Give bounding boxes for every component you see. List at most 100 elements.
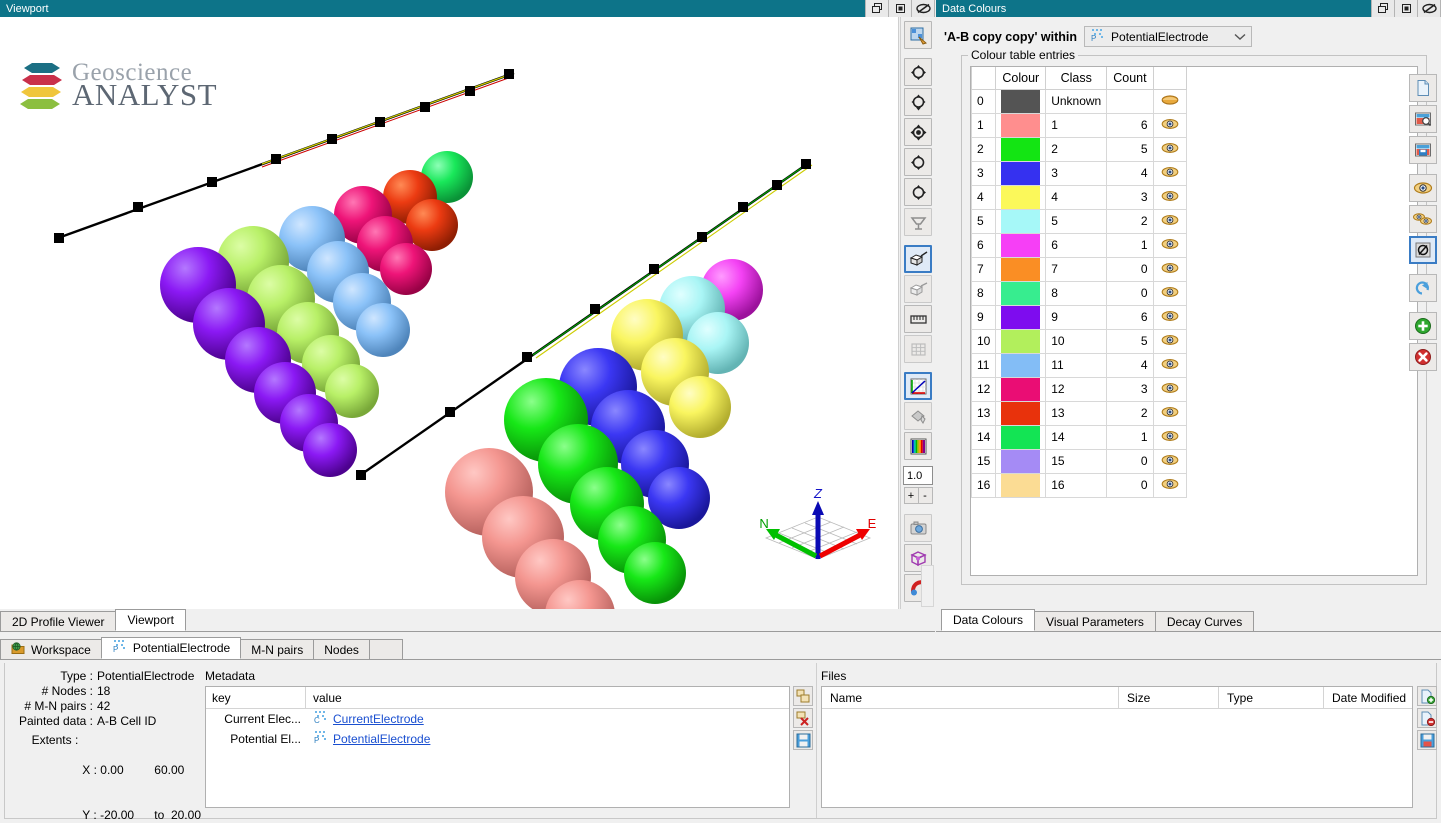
colour-table-row[interactable]: 13 13 2 [971, 400, 1187, 426]
row-class[interactable]: 7 [1045, 256, 1108, 282]
orthographic-view-tool[interactable] [904, 275, 932, 303]
row-colour-swatch[interactable] [995, 400, 1047, 426]
row-visibility-toggle[interactable] [1152, 136, 1187, 162]
perspective-view-tool[interactable] [904, 245, 932, 273]
new-colour-table-button[interactable] [1409, 74, 1437, 102]
add-entry-button[interactable] [1409, 312, 1437, 340]
colour-table-row[interactable]: 661 [971, 232, 1187, 258]
metadata-row[interactable]: Potential El... P PotentialElectrode [206, 729, 789, 749]
metadata-link-current-electrode[interactable]: CurrentElectrode [333, 712, 424, 726]
row-visibility-toggle[interactable] [1152, 256, 1187, 282]
row-class[interactable]: 10 [1045, 328, 1108, 354]
row-colour-swatch[interactable] [995, 184, 1047, 210]
viewport-maximize-button[interactable] [888, 0, 912, 17]
row-colour-swatch[interactable] [995, 136, 1047, 162]
viewport-toolbar-scrollbar[interactable] [921, 565, 934, 607]
colour-table-row[interactable]: 443 [971, 184, 1187, 210]
measure-tool[interactable] [904, 305, 932, 333]
tab-visual-parameters[interactable]: Visual Parameters [1034, 611, 1156, 631]
colour-table-row[interactable]: 0 Unknown [971, 88, 1187, 114]
metadata-link-potential-electrode[interactable]: PotentialElectrode [333, 732, 430, 746]
colour-table-row[interactable]: 225 [971, 136, 1187, 162]
colour-table-row[interactable]: 11 11 4 [971, 352, 1187, 378]
orbit-center-tool[interactable] [904, 118, 932, 146]
tab-mn-pairs[interactable]: M-N pairs [240, 639, 315, 659]
files-table[interactable]: Name Size Type Date Modified [821, 686, 1413, 808]
row-colour-swatch[interactable] [995, 424, 1047, 450]
decrease-exaggeration-button[interactable]: - [917, 487, 933, 504]
colour-table-row[interactable]: 770 [971, 256, 1187, 282]
row-colour-swatch[interactable] [995, 472, 1047, 498]
row-colour-swatch[interactable] [995, 352, 1047, 378]
tab-viewport[interactable]: Viewport [115, 609, 186, 631]
increase-exaggeration-button[interactable]: + [903, 487, 919, 504]
colour-table-row[interactable]: 16 16 0 [971, 472, 1187, 498]
row-visibility-toggle[interactable] [1152, 232, 1187, 258]
remove-file-button[interactable] [1417, 708, 1437, 728]
colour-table-row[interactable]: 12 12 3 [971, 376, 1187, 402]
grid-tool[interactable] [904, 335, 932, 363]
colour-table-row[interactable]: 14 14 1 [971, 424, 1187, 450]
row-class[interactable]: 2 [1045, 136, 1108, 162]
tab-decay-curves[interactable]: Decay Curves [1154, 611, 1255, 631]
row-colour-swatch[interactable] [995, 160, 1047, 186]
row-class[interactable]: 9 [1045, 304, 1108, 330]
row-colour-swatch[interactable] [995, 328, 1047, 354]
row-class[interactable]: 8 [1045, 280, 1108, 306]
rotate-vertical-tool[interactable] [904, 88, 932, 116]
row-class[interactable]: 14 [1045, 424, 1108, 450]
fill-tool[interactable] [904, 402, 932, 430]
row-colour-swatch[interactable] [995, 112, 1047, 138]
row-visibility-toggle[interactable] [1152, 424, 1187, 450]
row-class[interactable]: Unknown [1045, 88, 1108, 114]
colour-table-box[interactable]: Colour Class Count 0 Unknown 1 1 6 2 2 5 3 3 4 4 4 3 5… [970, 66, 1418, 576]
data-colours-restore-button[interactable] [1371, 0, 1395, 17]
row-colour-swatch[interactable] [995, 280, 1047, 306]
tab-data-colours[interactable]: Data Colours [941, 609, 1036, 631]
colour-table-row[interactable]: 116 [971, 112, 1187, 138]
row-class[interactable]: 6 [1045, 232, 1108, 258]
tab-workspace[interactable]: Workspace [0, 639, 102, 659]
colour-table-row[interactable]: 15 15 0 [971, 448, 1187, 474]
show-all-button[interactable] [1409, 174, 1437, 202]
camera-snapshot-tool[interactable] [904, 514, 932, 542]
select-pick-tool[interactable] [904, 21, 932, 49]
colour-table-row[interactable]: 552 [971, 208, 1187, 234]
viewport-hide-button[interactable] [911, 0, 935, 17]
vertical-exaggeration-input[interactable]: 1.0 [903, 466, 933, 485]
row-colour-swatch[interactable] [995, 256, 1047, 282]
object-combobox[interactable]: P PotentialElectrode [1084, 26, 1253, 47]
viewport-3d-canvas[interactable]: Z N E Geoscience ANALYST [0, 17, 899, 609]
copy-metadata-button[interactable] [793, 686, 813, 706]
row-visibility-toggle[interactable] [1152, 328, 1187, 354]
remove-entry-button[interactable] [1409, 343, 1437, 371]
colour-table-row[interactable]: 996 [971, 304, 1187, 330]
row-class[interactable]: 3 [1045, 160, 1108, 186]
import-colour-table-button[interactable] [1409, 105, 1437, 133]
row-visibility-toggle[interactable] [1152, 352, 1187, 378]
row-visibility-toggle[interactable] [1152, 160, 1187, 186]
row-visibility-toggle[interactable] [1152, 184, 1187, 210]
clip-plane-tool[interactable] [904, 208, 932, 236]
delete-metadata-button[interactable] [793, 708, 813, 728]
row-class[interactable]: 5 [1045, 208, 1108, 234]
hide-all-button[interactable] [1409, 205, 1437, 233]
plot-axes-tool[interactable] [904, 372, 932, 400]
colour-table-row[interactable]: 880 [971, 280, 1187, 306]
viewport-restore-button[interactable] [865, 0, 889, 17]
row-visibility-toggle[interactable] [1152, 472, 1187, 498]
row-colour-swatch[interactable] [995, 208, 1047, 234]
row-visibility-toggle[interactable] [1152, 208, 1187, 234]
tab-nodes[interactable]: Nodes [313, 639, 370, 659]
colour-table-row[interactable]: 10 10 5 [971, 328, 1187, 354]
row-visibility-toggle[interactable] [1152, 112, 1187, 138]
row-visibility-toggle[interactable] [1152, 448, 1187, 474]
data-colours-hide-button[interactable] [1417, 0, 1441, 17]
metadata-row[interactable]: Current Elec... C CurrentElectrode [206, 709, 789, 729]
row-visibility-toggle[interactable] [1152, 400, 1187, 426]
rotate-axis-tool[interactable] [904, 148, 932, 176]
row-visibility-toggle[interactable] [1152, 88, 1187, 114]
row-visibility-toggle[interactable] [1152, 304, 1187, 330]
row-colour-swatch[interactable] [995, 448, 1047, 474]
rotate-free-tool[interactable] [904, 58, 932, 86]
